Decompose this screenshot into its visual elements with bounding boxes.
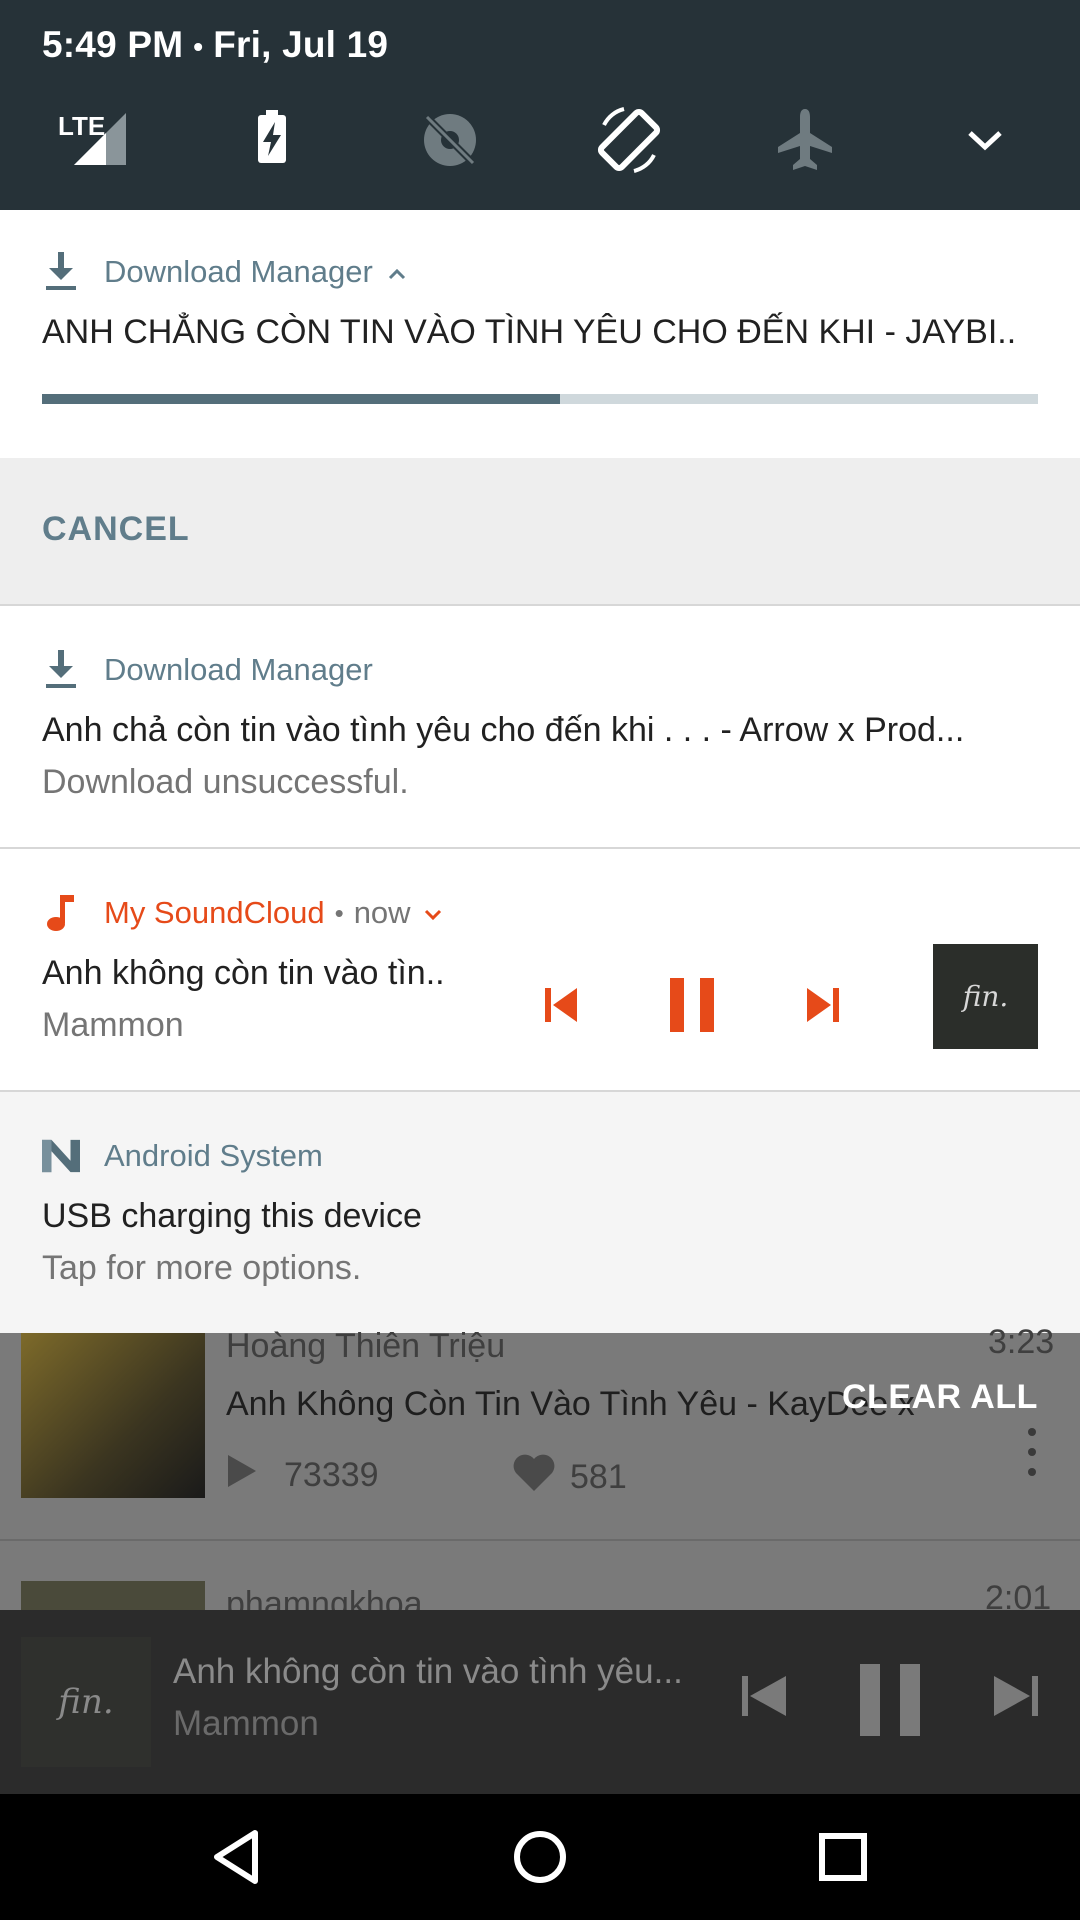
notification-actions: CANCEL (0, 458, 1080, 604)
download-progress-bar (42, 394, 1038, 404)
notification-download-progress[interactable]: Download Manager ANH CHẲNG CÒN TIN VÀO T… (0, 210, 1080, 458)
skip-previous-button[interactable] (535, 977, 587, 1033)
track-title: Anh không còn tin vào tìn.. (42, 954, 445, 992)
bg-play-count: 73339 (226, 1453, 379, 1498)
more-options-icon[interactable] (1027, 1427, 1037, 1477)
bg-duration: 3:23 (988, 1323, 1055, 1361)
track-thumbnail (21, 1581, 205, 1611)
mini-skip-previous-icon[interactable] (740, 1672, 788, 1725)
mini-player-title: Anh không còn tin vào tình yêu... (173, 1652, 683, 1691)
battery-charging-icon[interactable] (227, 95, 317, 185)
download-icon (42, 648, 80, 692)
notification-usb-charging[interactable]: Android System USB charging this device … (0, 1092, 1080, 1333)
location-off-icon[interactable] (405, 95, 495, 185)
bg-track-title: Anh Không Còn Tin Vào Tình Yêu - KayDee … (226, 1385, 915, 1423)
date: Fri, Jul 19 (213, 24, 389, 65)
play-count: 73339 (284, 1456, 379, 1494)
clock: 5:49 PM (42, 24, 184, 65)
notification-time: now (353, 895, 411, 930)
download-icon (42, 250, 80, 294)
quick-settings-panel: 5:49 PM • Fri, Jul 19 LTE (0, 0, 1080, 210)
notification-header: Download Manager (42, 648, 373, 692)
notification-subtitle: Download unsuccessful. (42, 763, 409, 801)
auto-rotate-icon[interactable] (584, 95, 674, 185)
airplane-mode-icon[interactable] (760, 95, 850, 185)
like-count: 581 (570, 1458, 627, 1496)
cancel-button[interactable]: CANCEL (42, 510, 190, 549)
play-icon (226, 1453, 258, 1498)
bg-next-artist: phamngkhoa (226, 1585, 423, 1610)
album-art: fin. (933, 944, 1038, 1049)
mini-player: fin. Anh không còn tin vào tình yêu... M… (0, 1610, 1080, 1794)
skip-next-button[interactable] (797, 977, 849, 1033)
home-icon[interactable] (500, 1817, 580, 1897)
mini-pause-icon[interactable] (858, 1664, 922, 1741)
notification-header: Android System (42, 1134, 323, 1178)
notification-title: Anh chả còn tin vào tình yêu cho đến khi… (42, 711, 965, 749)
expand-icon[interactable] (940, 95, 1030, 185)
quick-settings-tiles: LTE (0, 95, 1080, 185)
music-note-icon (42, 891, 80, 935)
navigation-bar (0, 1794, 1080, 1920)
bg-like-count: 581 (512, 1453, 627, 1502)
mini-player-art: fin. (21, 1637, 151, 1767)
app-name: Android System (104, 1138, 323, 1173)
chevron-down-icon[interactable] (423, 895, 443, 931)
pause-button[interactable] (662, 974, 722, 1036)
track-artist: Mammon (42, 1006, 184, 1044)
lte-label: LTE (58, 111, 106, 141)
app-name: My SoundCloud (104, 895, 325, 930)
notification-media-player[interactable]: My SoundCloud • now Anh không còn tin và… (0, 849, 1080, 1090)
clear-all-button[interactable]: CLEAR ALL (842, 1378, 1038, 1417)
notification-header: Download Manager (42, 250, 407, 294)
download-progress-fill (42, 394, 560, 404)
separator: • (334, 897, 344, 928)
bg-artist: Hoàng Thiên Triệu (226, 1327, 506, 1365)
app-name: Download Manager (104, 254, 373, 289)
notification-download-failed[interactable]: Download Manager Anh chả còn tin vào tìn… (0, 606, 1080, 848)
notification-title: ANH CHẲNG CÒN TIN VÀO TÌNH YÊU CHO ĐẾN K… (42, 313, 1017, 351)
app-name: Download Manager (104, 652, 373, 687)
clock-date: 5:49 PM • Fri, Jul 19 (42, 24, 388, 66)
chevron-up-icon[interactable] (387, 254, 407, 290)
notification-title: USB charging this device (42, 1197, 422, 1235)
mini-skip-next-icon[interactable] (992, 1672, 1040, 1725)
signal-icon[interactable]: LTE (46, 95, 136, 185)
separator: • (193, 31, 204, 63)
notification-header: My SoundCloud • now (42, 891, 443, 935)
mini-player-artist: Mammon (173, 1704, 319, 1743)
background-app-list: Hoàng Thiên Triệu 3:23 Anh Không Còn Tin… (0, 1323, 1080, 1617)
back-icon[interactable] (196, 1817, 276, 1897)
notification-subtitle: Tap for more options. (42, 1249, 362, 1287)
track-thumbnail (21, 1333, 205, 1498)
heart-icon (512, 1453, 556, 1502)
recents-icon[interactable] (803, 1817, 883, 1897)
android-n-icon (42, 1134, 80, 1178)
divider (0, 1539, 1080, 1541)
